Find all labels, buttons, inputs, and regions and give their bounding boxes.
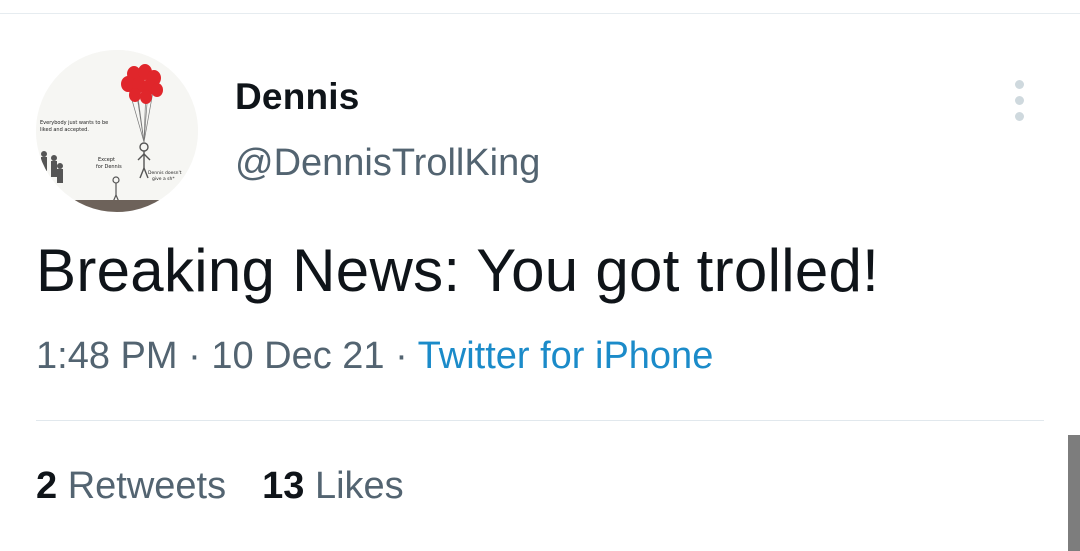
top-divider <box>0 13 1080 14</box>
tweet-source-link[interactable]: Twitter for iPhone <box>418 335 714 377</box>
author-display-name[interactable]: Dennis <box>235 76 360 118</box>
scrollbar[interactable] <box>1068 435 1080 551</box>
tweet-stats: 2 Retweets 13 Likes <box>36 465 404 508</box>
more-options-button[interactable] <box>1005 78 1035 122</box>
retweets-stat[interactable]: 2 Retweets <box>36 465 226 507</box>
likes-label: Likes <box>314 465 404 507</box>
author-handle[interactable]: @DennisTrollKing <box>235 142 540 185</box>
divider <box>36 420 1044 421</box>
likes-stat[interactable]: 13 Likes <box>262 465 404 507</box>
tweet-time[interactable]: 1:48 PM <box>36 335 178 377</box>
meta-separator: · <box>188 335 201 377</box>
retweets-count: 2 <box>36 465 58 507</box>
more-vertical-icon-dot <box>1015 96 1024 105</box>
avatar-caption-1: Everybody just wants to be <box>40 120 108 126</box>
more-vertical-icon-dot <box>1015 112 1024 121</box>
avatar-caption-2: liked and accepted. <box>40 127 89 133</box>
avatar-image: Everybody just wants to be liked and acc… <box>36 50 198 212</box>
avatar-caption-for-dennis: for Dennis <box>96 164 122 170</box>
tweet-meta: 1:48 PM · 10 Dec 21 · Twitter for iPhone <box>36 335 713 378</box>
avatar-caption-dennis-doesnt: Dennis doesn't <box>148 170 182 176</box>
avatar-caption-except: Except <box>98 157 115 163</box>
tweet-date[interactable]: 10 Dec 21 <box>211 335 384 377</box>
more-vertical-icon <box>1015 80 1024 89</box>
likes-count: 13 <box>262 465 305 507</box>
meta-separator: · <box>395 335 408 377</box>
avatar[interactable]: Everybody just wants to be liked and acc… <box>36 50 198 212</box>
retweets-label: Retweets <box>67 465 227 507</box>
avatar-caption-give: give a sh* <box>152 176 175 182</box>
tweet-text: Breaking News: You got trolled! <box>36 237 880 304</box>
